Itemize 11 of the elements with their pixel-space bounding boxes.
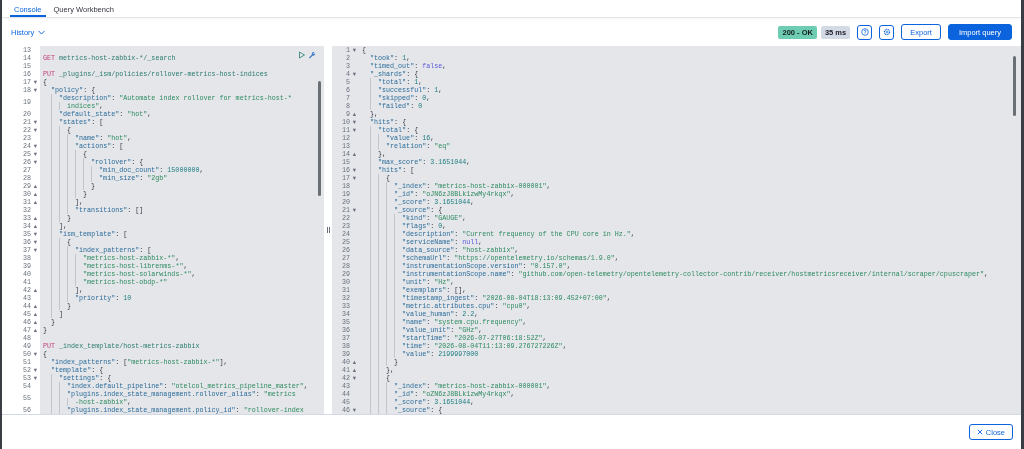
help-icon [860,28,869,36]
resize-handle[interactable] [326,227,330,233]
scrollbar[interactable] [318,81,321,196]
settings-icon [882,28,891,36]
close-icon [976,429,983,435]
settings-button[interactable] [879,24,895,40]
wrench-icon[interactable] [308,51,316,59]
chevron-down-icon [38,29,46,35]
play-icon[interactable] [298,51,306,59]
scrollbar[interactable] [1013,56,1016,116]
help-button[interactable] [857,24,873,40]
